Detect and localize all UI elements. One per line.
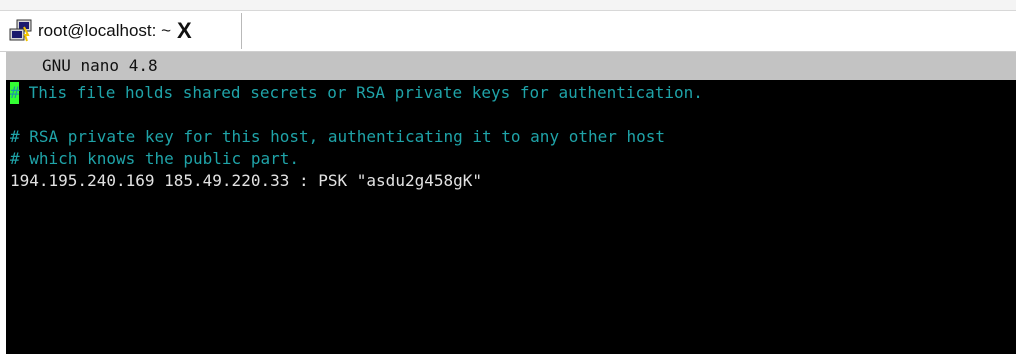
close-icon[interactable]: X — [177, 20, 192, 42]
tab-bar: root@localhost: ~ X — [0, 11, 1016, 52]
terminal-area[interactable]: GNU nano 4.8 # This file holds shared se… — [6, 52, 1016, 354]
text-cursor: # — [10, 82, 20, 104]
file-line: # which knows the public part. — [10, 149, 299, 168]
nano-version: GNU nano 4.8 — [42, 56, 158, 75]
file-line: 194.195.240.169 185.49.220.33 : PSK "asd… — [10, 171, 483, 190]
putty-icon — [8, 18, 34, 44]
file-line: # This file holds shared secrets or RSA … — [10, 82, 703, 104]
session-tab[interactable]: root@localhost: ~ X — [6, 13, 242, 49]
tab-title: root@localhost: ~ — [38, 21, 172, 40]
file-line: # RSA private key for this host, authent… — [10, 127, 666, 146]
nano-titlebar: GNU nano 4.8 — [6, 52, 1016, 80]
window-top-edge — [0, 0, 1016, 11]
comment-text: This file holds shared secrets or RSA pr… — [19, 83, 703, 102]
terminal-window: root@localhost: ~ X GNU nano 4.8 # This … — [0, 0, 1016, 354]
